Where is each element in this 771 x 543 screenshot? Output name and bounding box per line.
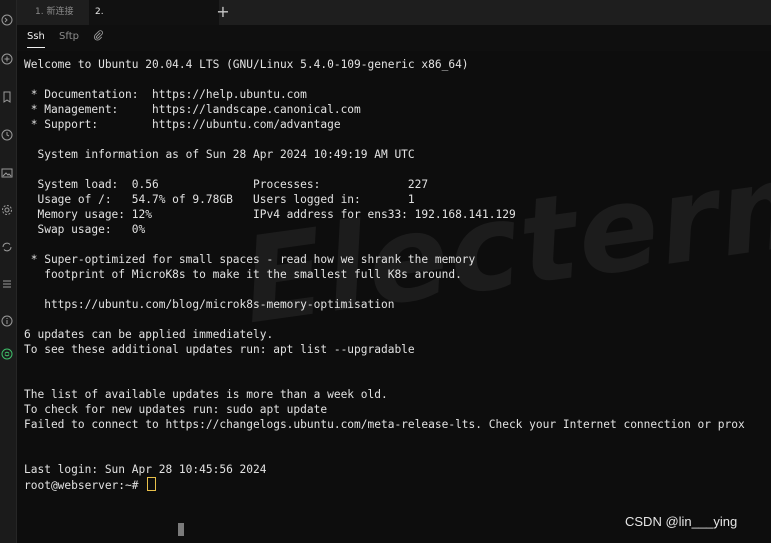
terminal-line: https://ubuntu.com/blog/microk8s-memory-… bbox=[24, 298, 395, 311]
terminal-line: The list of available updates is more th… bbox=[24, 388, 388, 401]
terminal-lines: Welcome to Ubuntu 20.04.4 LTS (GNU/Linux… bbox=[24, 57, 745, 492]
terminal-line: Memory usage: 12% IPv4 address for ens33… bbox=[24, 208, 516, 221]
image-icon[interactable] bbox=[0, 166, 14, 180]
terminal-app: 1. 新连接 2. root@192.168.141.129:22 + Ssh … bbox=[0, 0, 771, 543]
terminal-line: To check for new updates run: sudo apt u… bbox=[24, 403, 328, 416]
sync-icon[interactable] bbox=[0, 240, 14, 254]
terminal-line: footprint of MicroK8s to make it the sma… bbox=[24, 268, 462, 281]
credit-watermark: CSDN @lin___ying bbox=[625, 514, 738, 529]
terminal-line: Swap usage: 0% bbox=[24, 223, 146, 236]
sidebar bbox=[0, 0, 17, 543]
info-icon[interactable] bbox=[0, 314, 14, 328]
attachment-icon[interactable] bbox=[93, 30, 105, 42]
add-icon[interactable] bbox=[0, 52, 14, 66]
session-subtabs: Ssh Sftp bbox=[17, 25, 771, 51]
terminal-line: Usage of /: 54.7% of 9.78GB Users logged… bbox=[24, 193, 415, 206]
tab-ssh-session[interactable]: 2. root@192.168.141.129:22 bbox=[89, 0, 219, 42]
tab-label: 1. 新连接 bbox=[35, 7, 74, 17]
terminal-line: To see these additional updates run: apt… bbox=[24, 343, 415, 356]
terminal-prompt-line[interactable]: root@webserver:~# bbox=[24, 477, 745, 492]
terminal-prompt: root@webserver:~# bbox=[24, 479, 146, 492]
terminal-output[interactable]: Electerm Welcome to Ubuntu 20.04.4 LTS (… bbox=[17, 51, 771, 543]
scroll-indicator bbox=[178, 523, 184, 536]
terminal-line: Welcome to Ubuntu 20.04.4 LTS (GNU/Linux… bbox=[24, 58, 469, 71]
tab-bar: 1. 新连接 2. root@192.168.141.129:22 + bbox=[17, 0, 771, 42]
subtab-ssh[interactable]: Ssh bbox=[27, 31, 45, 48]
bookmark-icon[interactable] bbox=[0, 90, 14, 104]
terminal-line: System information as of Sun 28 Apr 2024… bbox=[24, 148, 415, 161]
settings-icon[interactable] bbox=[0, 203, 14, 217]
terminal-cursor bbox=[147, 477, 157, 491]
terminal-icon[interactable] bbox=[0, 13, 14, 27]
terminal-line: System load: 0.56 Processes: 227 bbox=[24, 178, 429, 191]
menu-icon[interactable] bbox=[0, 277, 14, 291]
terminal-line: * Support: https://ubuntu.com/advantage bbox=[24, 118, 341, 131]
add-tab-button[interactable]: + bbox=[215, 4, 231, 20]
update-icon[interactable] bbox=[0, 347, 14, 361]
terminal-line: * Documentation: https://help.ubuntu.com bbox=[24, 88, 307, 101]
terminal-line: * Super-optimized for small spaces - rea… bbox=[24, 253, 476, 266]
terminal-line: 6 updates can be applied immediately. bbox=[24, 328, 274, 341]
subtab-sftp[interactable]: Sftp bbox=[59, 31, 79, 47]
terminal-line: * Management: https://landscape.canonica… bbox=[24, 103, 361, 116]
terminal-line: Failed to connect to https://changelogs.… bbox=[24, 418, 745, 431]
history-icon[interactable] bbox=[0, 128, 14, 142]
terminal-line: Last login: Sun Apr 28 10:45:56 2024 bbox=[24, 463, 267, 476]
tab-new-connection[interactable]: 1. 新连接 bbox=[29, 0, 97, 25]
